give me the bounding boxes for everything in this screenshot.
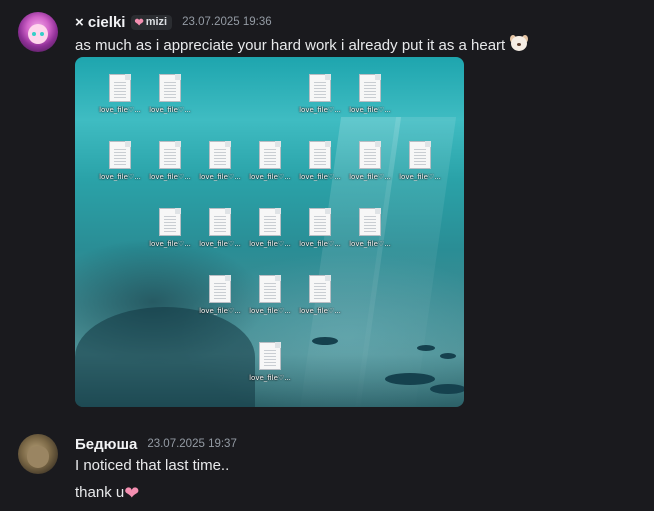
- rock-silhouette: [75, 307, 255, 407]
- guild-tag[interactable]: ❤ mizi: [131, 14, 173, 30]
- avatar[interactable]: [18, 434, 58, 474]
- avatar-face: [28, 24, 48, 44]
- file-icon: [259, 141, 281, 169]
- message-text: as much as i appreciate your hard work i…: [75, 35, 529, 54]
- file-label: love_file♡...: [249, 374, 291, 382]
- fish-icon: [440, 353, 456, 359]
- file-icon: [359, 74, 381, 102]
- fish-icon: [312, 337, 338, 345]
- file-label: love_file♡...: [99, 106, 141, 114]
- file-icon: [109, 141, 131, 169]
- timestamp[interactable]: 23.07.2025 19:37: [147, 438, 237, 450]
- username[interactable]: × cielki: [75, 14, 125, 31]
- avatar-eye: [32, 32, 36, 36]
- file-label: love_file♡...: [149, 106, 191, 114]
- file-icon: [209, 141, 231, 169]
- file-icon: [309, 141, 331, 169]
- dog-emoji-icon[interactable]: [509, 35, 529, 53]
- file-label: love_file♡...: [349, 173, 391, 181]
- pink-heart-icon[interactable]: ❤: [124, 483, 139, 503]
- guild-tag-label: mizi: [145, 16, 168, 28]
- timestamp[interactable]: 23.07.2025 19:36: [182, 16, 272, 28]
- fish-icon: [430, 384, 464, 394]
- message-content: as much as i appreciate your hard work i…: [75, 37, 506, 54]
- avatar-eye: [40, 32, 44, 36]
- file-icon: [109, 74, 131, 102]
- file-label: love_file♡...: [349, 106, 391, 114]
- file-label: love_file♡...: [299, 307, 341, 315]
- file-label: love_file♡...: [299, 173, 341, 181]
- file-label: love_file♡...: [249, 240, 291, 248]
- file-icon: [309, 208, 331, 236]
- avatar-cat: [27, 446, 49, 468]
- file-label: love_file♡...: [199, 173, 241, 181]
- username[interactable]: Бедюша: [75, 436, 137, 453]
- file-icon: [409, 141, 431, 169]
- file-label: love_file♡...: [249, 307, 291, 315]
- file-icon: [209, 208, 231, 236]
- message-text-line: thank u❤: [75, 483, 139, 504]
- message-text-line: I noticed that last time..: [75, 457, 230, 474]
- heart-icon: ❤: [134, 16, 144, 29]
- message-content: thank u: [75, 484, 125, 501]
- file-icon: [309, 74, 331, 102]
- file-label: love_file♡...: [99, 173, 141, 181]
- file-icon: [359, 208, 381, 236]
- file-icon: [359, 141, 381, 169]
- file-label: love_file♡...: [349, 240, 391, 248]
- file-label: love_file♡...: [399, 173, 441, 181]
- message-header: Бедюша 23.07.2025 19:37: [75, 435, 237, 453]
- message-header: × cielki ❤ mizi 23.07.2025 19:36: [75, 13, 272, 31]
- file-label: love_file♡...: [299, 106, 341, 114]
- file-icon: [259, 342, 281, 370]
- file-label: love_file♡...: [249, 173, 291, 181]
- fish-icon: [417, 345, 435, 351]
- file-label: love_file♡...: [149, 240, 191, 248]
- avatar[interactable]: [18, 12, 58, 52]
- file-icon: [309, 275, 331, 303]
- file-label: love_file♡...: [199, 307, 241, 315]
- file-icon: [259, 208, 281, 236]
- file-icon: [159, 74, 181, 102]
- image-attachment[interactable]: love_file♡... love_file♡... love_file♡... l…: [75, 57, 464, 407]
- file-label: love_file♡...: [299, 240, 341, 248]
- file-label: love_file♡...: [199, 240, 241, 248]
- file-label: love_file♡...: [149, 173, 191, 181]
- file-icon: [259, 275, 281, 303]
- fish-icon: [385, 373, 435, 385]
- file-icon: [209, 275, 231, 303]
- file-icon: [159, 208, 181, 236]
- file-icon: [159, 141, 181, 169]
